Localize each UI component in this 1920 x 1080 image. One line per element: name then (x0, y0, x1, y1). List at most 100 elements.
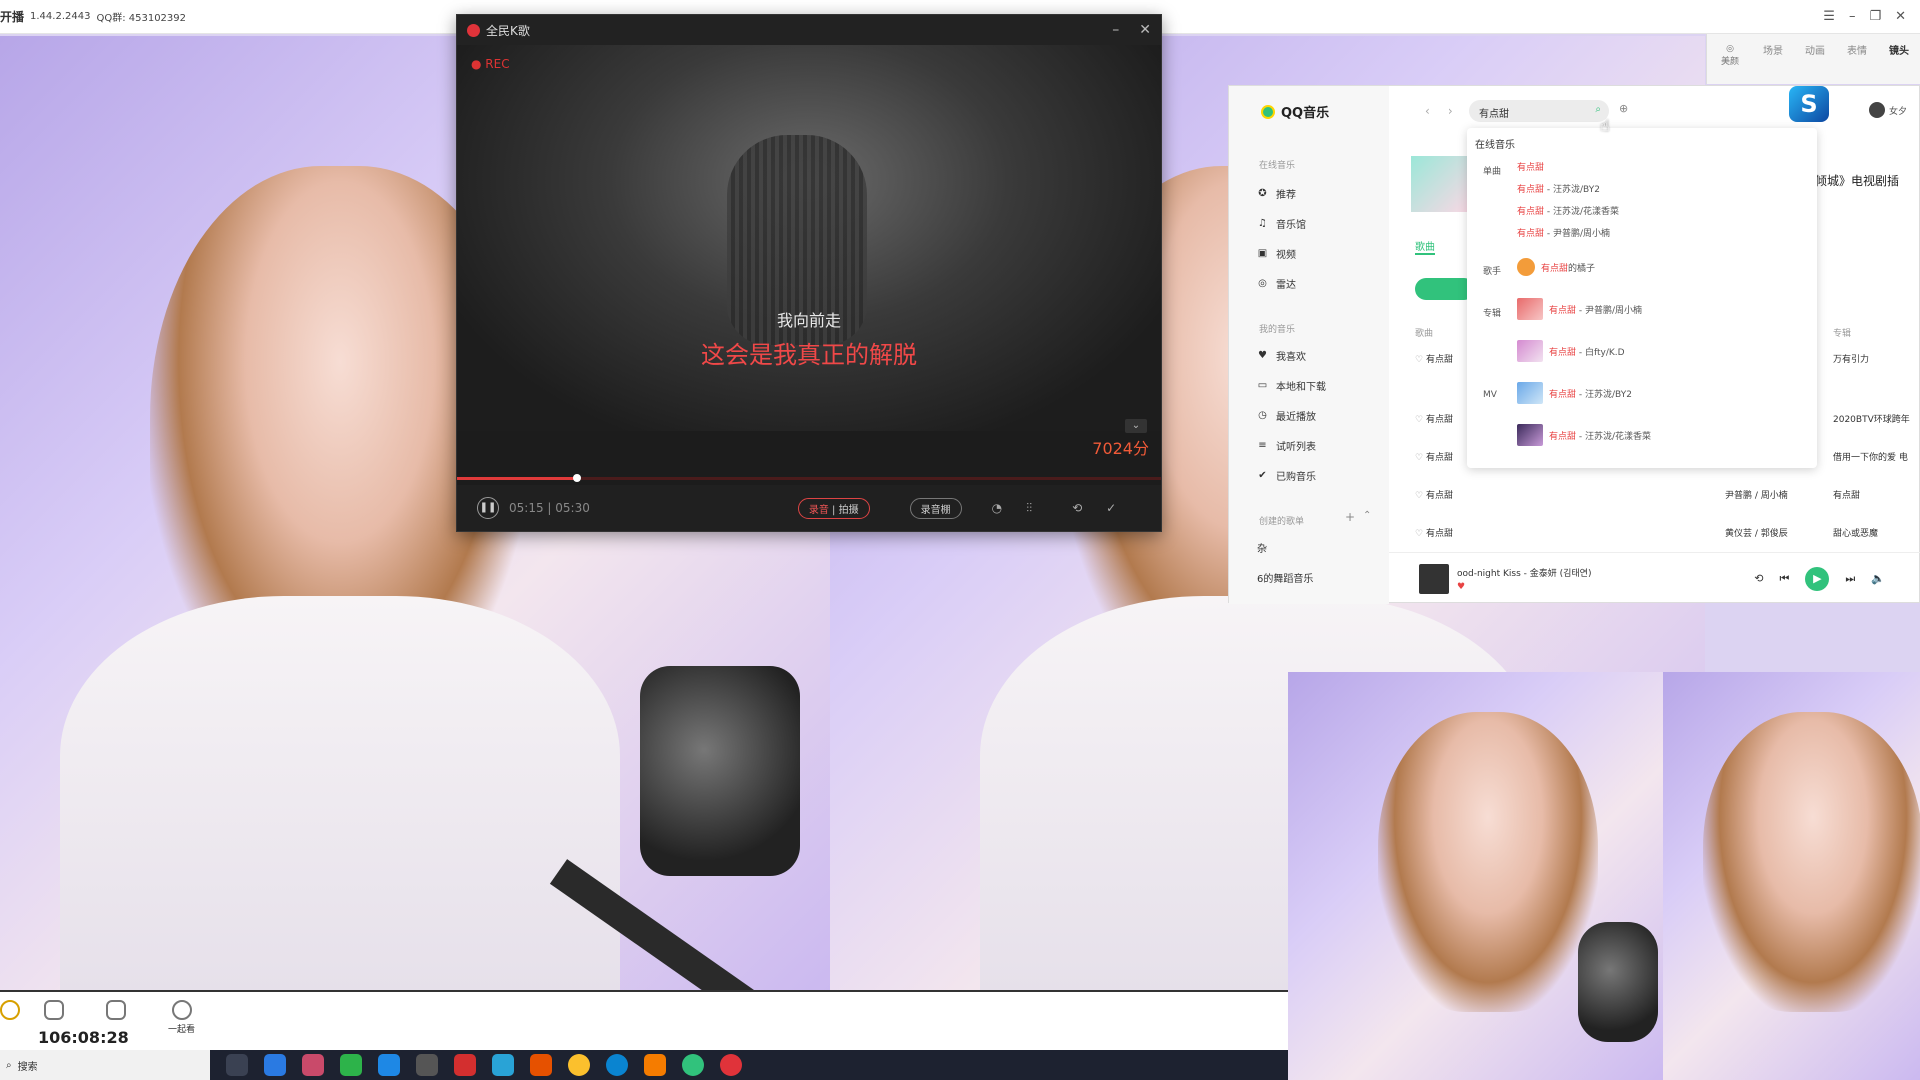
tab-animation[interactable]: 动画 (1805, 42, 1825, 57)
table-row[interactable]: ♡ 有点甜 黄仪芸 / 郭俊辰 甜心或恶魔 (1415, 526, 1920, 546)
toolbar-item[interactable] (0, 1000, 20, 1022)
now-playing-cover[interactable] (1419, 563, 1449, 594)
wechat-icon[interactable] (340, 1054, 362, 1076)
avatar[interactable] (1869, 102, 1885, 118)
studio-button[interactable]: 录音棚 (909, 497, 962, 519)
mixer-icon[interactable]: ⫶⫶ (1026, 501, 1032, 516)
tuning-icon[interactable]: ◔ (992, 501, 1002, 515)
app-k-icon[interactable] (264, 1054, 286, 1076)
monitor-icon: ▭ (1257, 380, 1268, 391)
tab-emoji[interactable]: 表情 (1847, 42, 1867, 57)
app-pink-icon[interactable] (302, 1054, 324, 1076)
search-icon: ⌕ (6, 1059, 12, 1071)
score: 7024分 (1092, 439, 1149, 458)
taskview-icon[interactable] (226, 1054, 248, 1076)
app-box-icon[interactable] (644, 1054, 666, 1076)
sidebar-item-recommend[interactable]: ✪ 推荐 (1257, 186, 1296, 201)
close-icon[interactable]: ✕ (1139, 22, 1151, 38)
rec-label: REC (485, 57, 510, 71)
taskbar-search[interactable]: ⌕ 搜索 (0, 1050, 210, 1080)
playlist-item[interactable]: 杂 (1257, 540, 1267, 555)
playlist-item[interactable]: 6的舞蹈音乐 (1257, 570, 1313, 585)
streamer-shirt (60, 596, 620, 990)
toolbar-item[interactable] (106, 1000, 126, 1022)
user-info[interactable]: 女夕 (1869, 102, 1907, 118)
app-s-taskbar-icon[interactable] (492, 1054, 514, 1076)
minimize-icon[interactable]: – (1849, 9, 1856, 24)
sidebar-item-label: 推荐 (1276, 190, 1296, 201)
playback-progress[interactable] (457, 474, 1161, 482)
heart-outline-icon[interactable]: ♡ (1415, 415, 1423, 425)
list-icon: ≡ (1258, 440, 1267, 451)
right-panel-tabs: ◎ 美颜 场景 动画 表情 镜头 (1706, 34, 1920, 84)
sidebar-item-recent[interactable]: ◷ 最近播放 (1257, 408, 1316, 423)
restore-icon[interactable]: ❐ (1869, 9, 1881, 24)
heart-outline-icon[interactable]: ♡ (1415, 529, 1423, 539)
sidebar-item-label: 最近播放 (1276, 412, 1316, 423)
toolbar-item[interactable] (44, 1000, 64, 1022)
next-icon[interactable]: ⏭ (1845, 572, 1855, 586)
suggestion-mv[interactable]: 有点甜 - 汪苏泷/BY2 (1517, 382, 1632, 404)
search-suggestions: 在线音乐 单曲 有点甜 有点甜 - 汪苏泷/BY2 有点甜 - 汪苏泷/花漾香菜… (1467, 128, 1817, 468)
volume-icon[interactable]: 🔈 (1871, 572, 1885, 585)
suggestion-single[interactable]: 有点甜 - 汪苏泷/花漾香菜 (1517, 204, 1619, 217)
settings-icon[interactable] (416, 1054, 438, 1076)
add-playlist-icon[interactable]: + (1345, 510, 1355, 524)
app-s-icon[interactable]: S (1789, 86, 1829, 122)
app-orange-icon[interactable] (530, 1054, 552, 1076)
minimize-icon[interactable]: – (1112, 22, 1119, 38)
sidebar-item-purchased[interactable]: ✔ 已购音乐 (1257, 468, 1316, 483)
pause-icon[interactable]: ❚❚ (477, 497, 499, 519)
sidebar-item-favorites[interactable]: ♥ 我喜欢 (1257, 348, 1306, 363)
heart-icon[interactable]: ♥ (1457, 582, 1591, 592)
netease-music-icon[interactable] (454, 1054, 476, 1076)
sidebar-item-library[interactable]: ♫ 音乐馆 (1257, 216, 1306, 231)
category-mv: MV (1483, 390, 1497, 400)
sidebar-item-video[interactable]: ▣ 视频 (1257, 246, 1296, 261)
search-icon[interactable]: ⌕ (1595, 104, 1601, 115)
suggestion-album[interactable]: 有点甜 - 白fty/K.D (1517, 340, 1625, 362)
lightbulb-icon (0, 1000, 20, 1020)
suggestion-album[interactable]: 有点甜 - 尹普鹏/周小楠 (1517, 298, 1642, 320)
tab-scene[interactable]: 场景 (1763, 42, 1783, 57)
suggestion-single[interactable]: 有点甜 - 汪苏泷/BY2 (1517, 182, 1600, 195)
suggestion-singer[interactable]: 有点甜的橘子 (1517, 258, 1595, 276)
heart-outline-icon[interactable]: ♡ (1415, 355, 1423, 365)
sidebar-item-radar[interactable]: ◎ 雷达 (1257, 276, 1296, 291)
suggestion-mv[interactable]: 有点甜 - 汪苏泷/花漾香菜 (1517, 424, 1651, 446)
banner-thumb[interactable] (1411, 156, 1467, 212)
sidebar-item-local[interactable]: ▭ 本地和下载 (1257, 378, 1326, 393)
record-shoot-toggle[interactable]: 录音 | 拍摄 (797, 497, 870, 519)
close-icon[interactable]: ✕ (1895, 9, 1906, 24)
chevron-down-icon[interactable]: ⌄ (1125, 419, 1147, 433)
check-icon[interactable]: ✓ (1106, 501, 1116, 515)
progress-knob[interactable] (572, 474, 581, 482)
suggestion-single[interactable]: 有点甜 (1517, 160, 1544, 173)
loop-icon[interactable]: ⟲ (1072, 501, 1082, 515)
suggestion-single[interactable]: 有点甜 - 尹普鹏/周小楠 (1517, 226, 1610, 239)
search-input[interactable]: 有点甜 ⌕ (1469, 100, 1609, 122)
app-yellow-icon[interactable] (568, 1054, 590, 1076)
toolbar-item-watch-together[interactable]: 一起看 (168, 1000, 195, 1035)
feather-app-icon[interactable] (378, 1054, 400, 1076)
download-icon[interactable]: ⊕ (1619, 102, 1628, 115)
play-all-button[interactable] (1415, 278, 1475, 300)
tab-songs[interactable]: 歌曲 (1415, 238, 1435, 255)
karaoke-taskbar-icon[interactable] (720, 1054, 742, 1076)
chevron-up-icon[interactable]: ⌃ (1363, 510, 1371, 521)
loop-icon[interactable]: ⟲ (1754, 572, 1763, 585)
table-row[interactable]: ♡ 有点甜 尹普鹏 / 周小楠 有点甜 (1415, 488, 1920, 508)
tab-meiyan[interactable]: ◎ 美颜 (1721, 44, 1739, 67)
qqmusic-taskbar-icon[interactable] (682, 1054, 704, 1076)
back-icon[interactable]: ‹ (1425, 104, 1430, 118)
menu-icon[interactable]: ☰ (1823, 9, 1835, 24)
heart-outline-icon[interactable]: ♡ (1415, 491, 1423, 501)
heart-outline-icon[interactable]: ♡ (1415, 453, 1423, 463)
forward-icon[interactable]: › (1448, 104, 1453, 118)
previous-icon[interactable]: ⏮ (1779, 572, 1789, 586)
play-icon[interactable]: ▶ (1805, 566, 1830, 591)
edge-icon[interactable] (606, 1054, 628, 1076)
streamer-figure (1703, 712, 1920, 1012)
tab-lens[interactable]: 镜头 (1889, 42, 1909, 57)
sidebar-item-trial-list[interactable]: ≡ 试听列表 (1257, 438, 1316, 453)
